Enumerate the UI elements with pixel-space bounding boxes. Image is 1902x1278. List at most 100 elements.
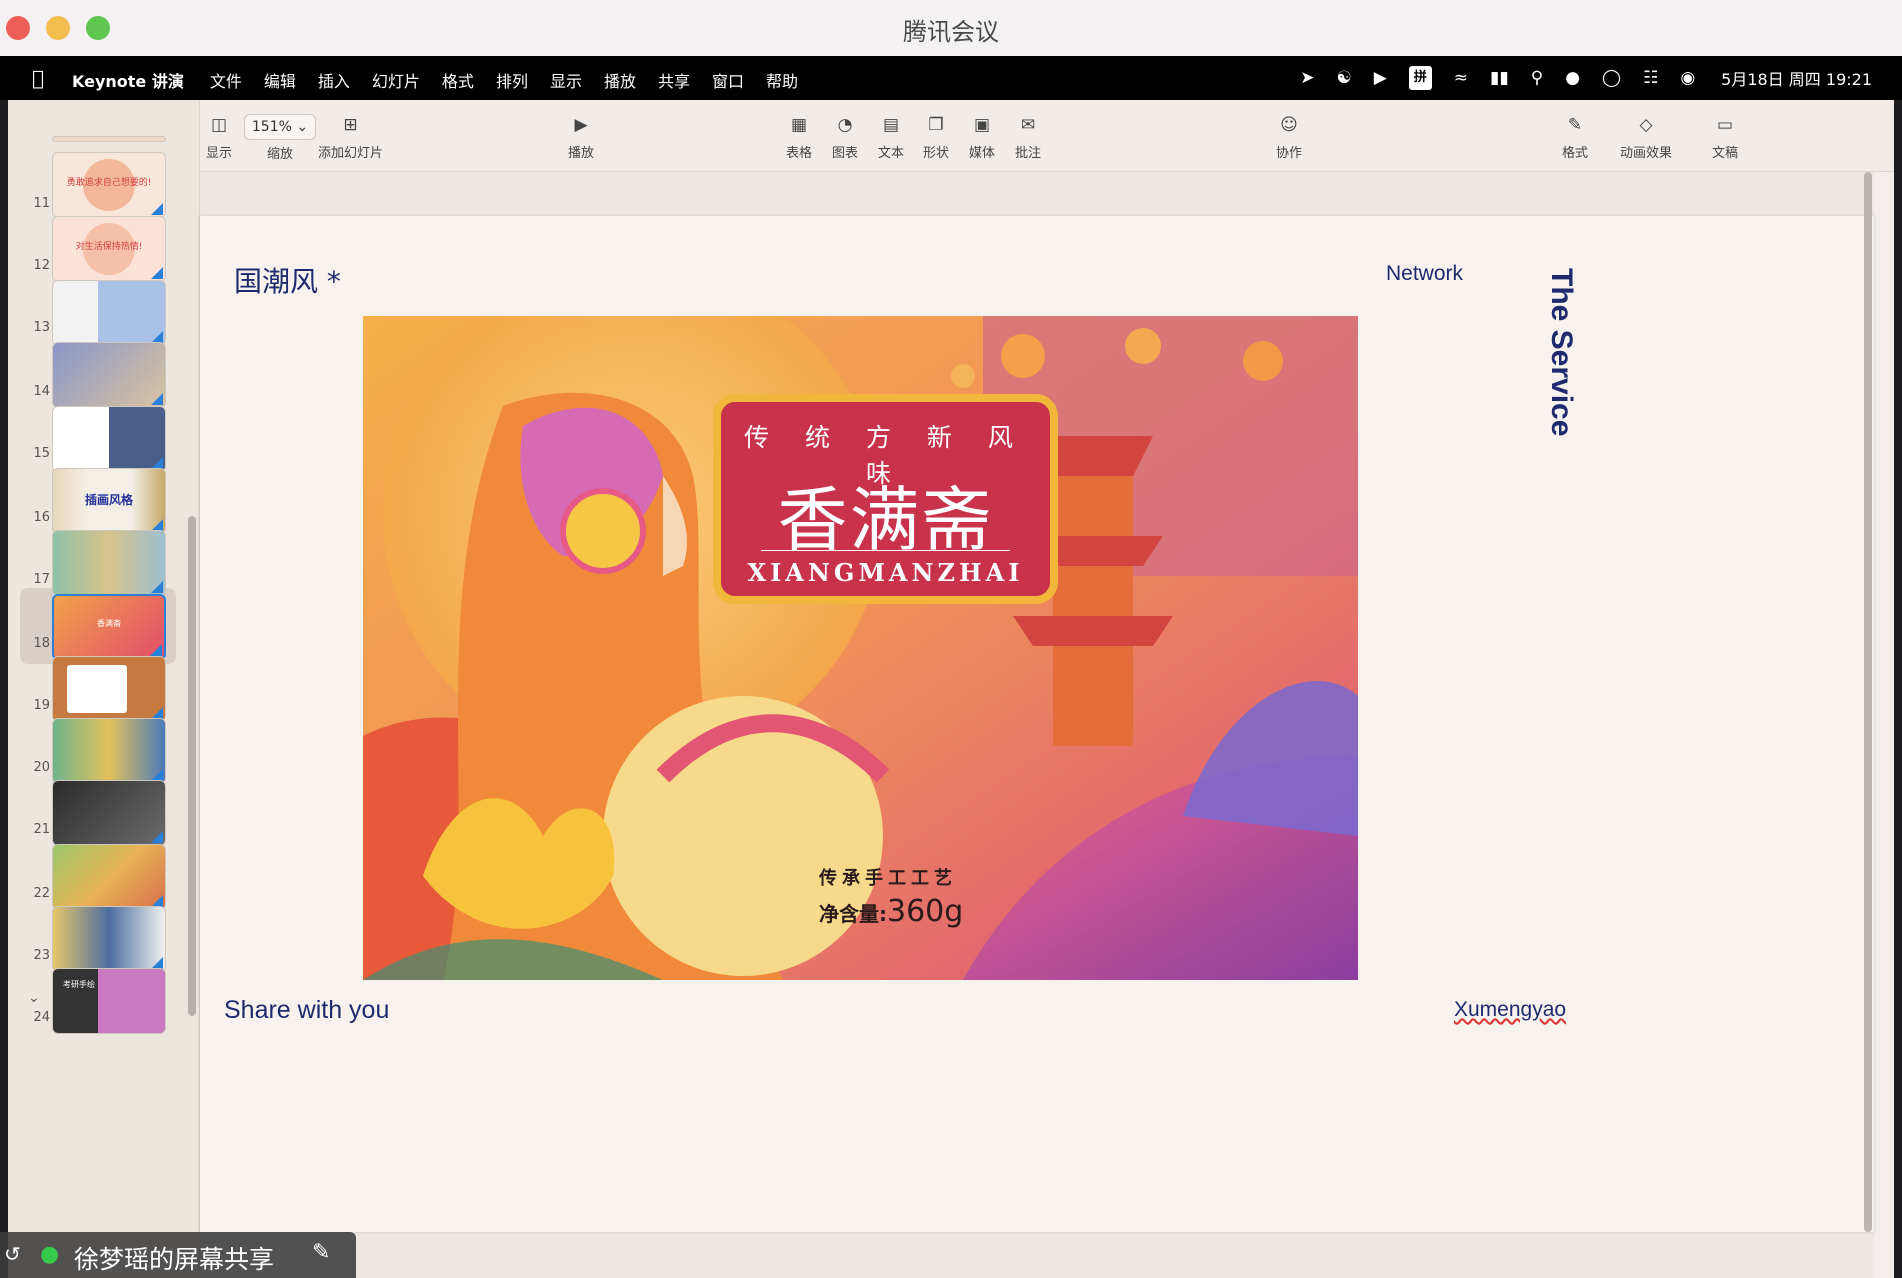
keynote-window: 勇敢追求自己想要的! 11 对生活保持热情! 12 13 14 15 插画风格 … — [8, 100, 1894, 1278]
slide-thumb-13[interactable] — [52, 280, 166, 346]
slide-thumb-22[interactable] — [52, 844, 166, 910]
slide-canvas: 国潮风 * Network The Service 传 统 方 新 风 味 香满… — [200, 172, 1874, 1278]
input-method-icon[interactable]: 拼 — [1408, 66, 1432, 90]
slide-thumb-18[interactable]: 香满斋 — [52, 594, 166, 660]
view-button[interactable]: ◫ 显示 — [206, 114, 232, 161]
slide-thumb-21[interactable] — [52, 780, 166, 846]
thumb-marker — [151, 267, 163, 279]
slide-author-text[interactable]: Xumengyao — [1454, 998, 1566, 1022]
menu-share[interactable]: 共享 — [658, 68, 690, 92]
annotate-pen-icon[interactable]: ✎ — [312, 1240, 330, 1265]
mac-menubar:  Keynote 讲演 文件 编辑 插入 幻灯片 格式 排列 显示 播放 共享… — [0, 56, 1902, 100]
comment-label: 批注 — [1015, 146, 1042, 161]
slide-thumb-11[interactable]: 勇敢追求自己想要的! — [52, 152, 166, 218]
search-icon[interactable]: ⚲ — [1531, 67, 1543, 89]
slide-thumb-14[interactable] — [52, 342, 166, 408]
thumb-marker — [151, 393, 163, 405]
apple-icon[interactable]:  — [32, 66, 44, 90]
slide-number: 13 — [33, 320, 50, 335]
menu-help[interactable]: 帮助 — [766, 68, 798, 92]
slide-network-text[interactable]: Network — [1386, 262, 1463, 286]
slide-thumb-16[interactable]: 插画风格 — [52, 468, 166, 534]
menu-edit[interactable]: 编辑 — [264, 68, 296, 92]
slide-title[interactable]: 国潮风 * — [234, 260, 341, 300]
slide-thumb-19[interactable] — [52, 656, 166, 722]
menu-slide[interactable]: 幻灯片 — [372, 68, 420, 92]
pointer-icon[interactable]: ➤ — [1300, 67, 1314, 89]
menu-arrange[interactable]: 排列 — [496, 68, 528, 92]
play-circle-icon[interactable]: ▶ — [1374, 67, 1387, 89]
animate-label: 动画效果 — [1620, 146, 1673, 161]
thumb-marker — [151, 203, 163, 215]
thumb-shape — [67, 665, 127, 713]
animate-button[interactable]: ◇ 动画效果 — [1620, 114, 1672, 161]
menu-format[interactable]: 格式 — [442, 68, 474, 92]
slide-number: 18 — [33, 636, 50, 651]
navigator-scrollbar[interactable] — [188, 516, 196, 1016]
collaborate-label: 协作 — [1276, 146, 1303, 161]
plaque-brand-en: XIANGMANZHAI — [747, 558, 1024, 587]
current-slide[interactable]: 国潮风 * Network The Service 传 统 方 新 风 味 香满… — [200, 216, 1874, 1232]
brand-plaque: 传 统 方 新 风 味 香满斋 XIANGMANZHAI — [713, 394, 1058, 604]
slide-thumb-23[interactable] — [52, 906, 166, 972]
control-center-icon[interactable]: ☷ — [1643, 67, 1658, 89]
table-button[interactable]: ▦ 表格 — [786, 114, 812, 161]
slide-number: 20 — [33, 760, 50, 775]
slide-thumb-partial[interactable] — [52, 136, 166, 142]
slide-thumb-12[interactable]: 对生活保持热情! — [52, 216, 166, 282]
user-icon[interactable]: ◯ — [1602, 67, 1621, 89]
collaborate-button[interactable]: ☺ 协作 — [1276, 114, 1302, 161]
thumb-marker — [151, 831, 163, 843]
menubar-clock[interactable]: 5月18日 周四 19:21 — [1721, 66, 1872, 90]
creative-cloud-icon[interactable]: ☯ — [1336, 67, 1351, 89]
slide-thumb-20[interactable] — [52, 718, 166, 784]
share-screen-icon: ↺ — [4, 1242, 21, 1266]
menu-play[interactable]: 播放 — [604, 68, 636, 92]
menu-file[interactable]: 文件 — [210, 68, 242, 92]
art-craft-text: 传承手工工艺 — [819, 868, 957, 889]
text-label: 文本 — [878, 146, 905, 161]
format-button[interactable]: ✎ 格式 — [1562, 114, 1588, 161]
zoom-select[interactable]: 151% ⌄ — [244, 114, 316, 140]
menu-insert[interactable]: 插入 — [318, 68, 350, 92]
slide-thumb-17[interactable] — [52, 530, 166, 596]
canvas-vertical-scrollbar[interactable] — [1864, 172, 1872, 1232]
wifi-icon[interactable]: ≈ — [1454, 67, 1468, 89]
slide-number: 15 — [33, 446, 50, 461]
shape-button[interactable]: ❐ 形状 — [923, 114, 949, 161]
comment-button[interactable]: ✉ 批注 — [1015, 114, 1041, 161]
add-slide-label: 添加幻灯片 — [318, 146, 384, 161]
text-box-icon: ▤ — [882, 115, 900, 135]
slide-share-text[interactable]: Share with you — [224, 996, 389, 1025]
guochao-illustration[interactable]: 传 统 方 新 风 味 香满斋 XIANGMANZHAI 传承手工工艺 净含量:… — [363, 316, 1358, 980]
microphone-icon[interactable]: ● — [40, 1242, 59, 1267]
add-slide-icon: ⊞ — [343, 115, 358, 135]
text-button[interactable]: ▤ 文本 — [878, 114, 904, 161]
menu-app-name[interactable]: Keynote 讲演 — [72, 68, 184, 92]
slide-number: 21 — [33, 822, 50, 837]
slide-thumb-24[interactable]: 考研手绘 — [52, 968, 166, 1034]
slide-thumb-15[interactable] — [52, 406, 166, 472]
screen-share-label: 徐梦瑶的屏幕共享 — [74, 1245, 275, 1274]
zoom-value: 151% — [251, 119, 292, 135]
zoom-control[interactable]: 151% ⌄ 缩放 — [244, 114, 316, 162]
menu-window[interactable]: 窗口 — [712, 68, 744, 92]
media-button[interactable]: ▣ 媒体 — [969, 114, 995, 161]
siri-icon[interactable]: ◉ — [1680, 67, 1695, 89]
chart-button[interactable]: ◔ 图表 — [832, 114, 858, 161]
screen-share-banner[interactable]: ↺ ● 徐梦瑶的屏幕共享 ✎ — [0, 1232, 356, 1278]
image-icon: ▣ — [973, 115, 991, 135]
table-icon: ▦ — [790, 115, 808, 135]
document-button[interactable]: ▭ 文稿 — [1712, 114, 1738, 161]
diamond-icon: ◇ — [1639, 115, 1653, 135]
add-slide-button[interactable]: ⊞ 添加幻灯片 — [318, 114, 383, 161]
chevron-down-icon[interactable]: ⌄ — [28, 990, 40, 1006]
play-button[interactable]: ▶ 播放 — [568, 114, 594, 161]
slide-number: 23 — [33, 948, 50, 963]
menu-view[interactable]: 显示 — [550, 68, 582, 92]
slide-vertical-text[interactable]: The Service — [1544, 268, 1578, 468]
wechat-icon[interactable]: ● — [1565, 67, 1580, 89]
battery-icon[interactable]: ▮▮ — [1490, 67, 1509, 89]
slide-number: 24 — [33, 1010, 50, 1025]
slide-number: 11 — [33, 196, 50, 211]
